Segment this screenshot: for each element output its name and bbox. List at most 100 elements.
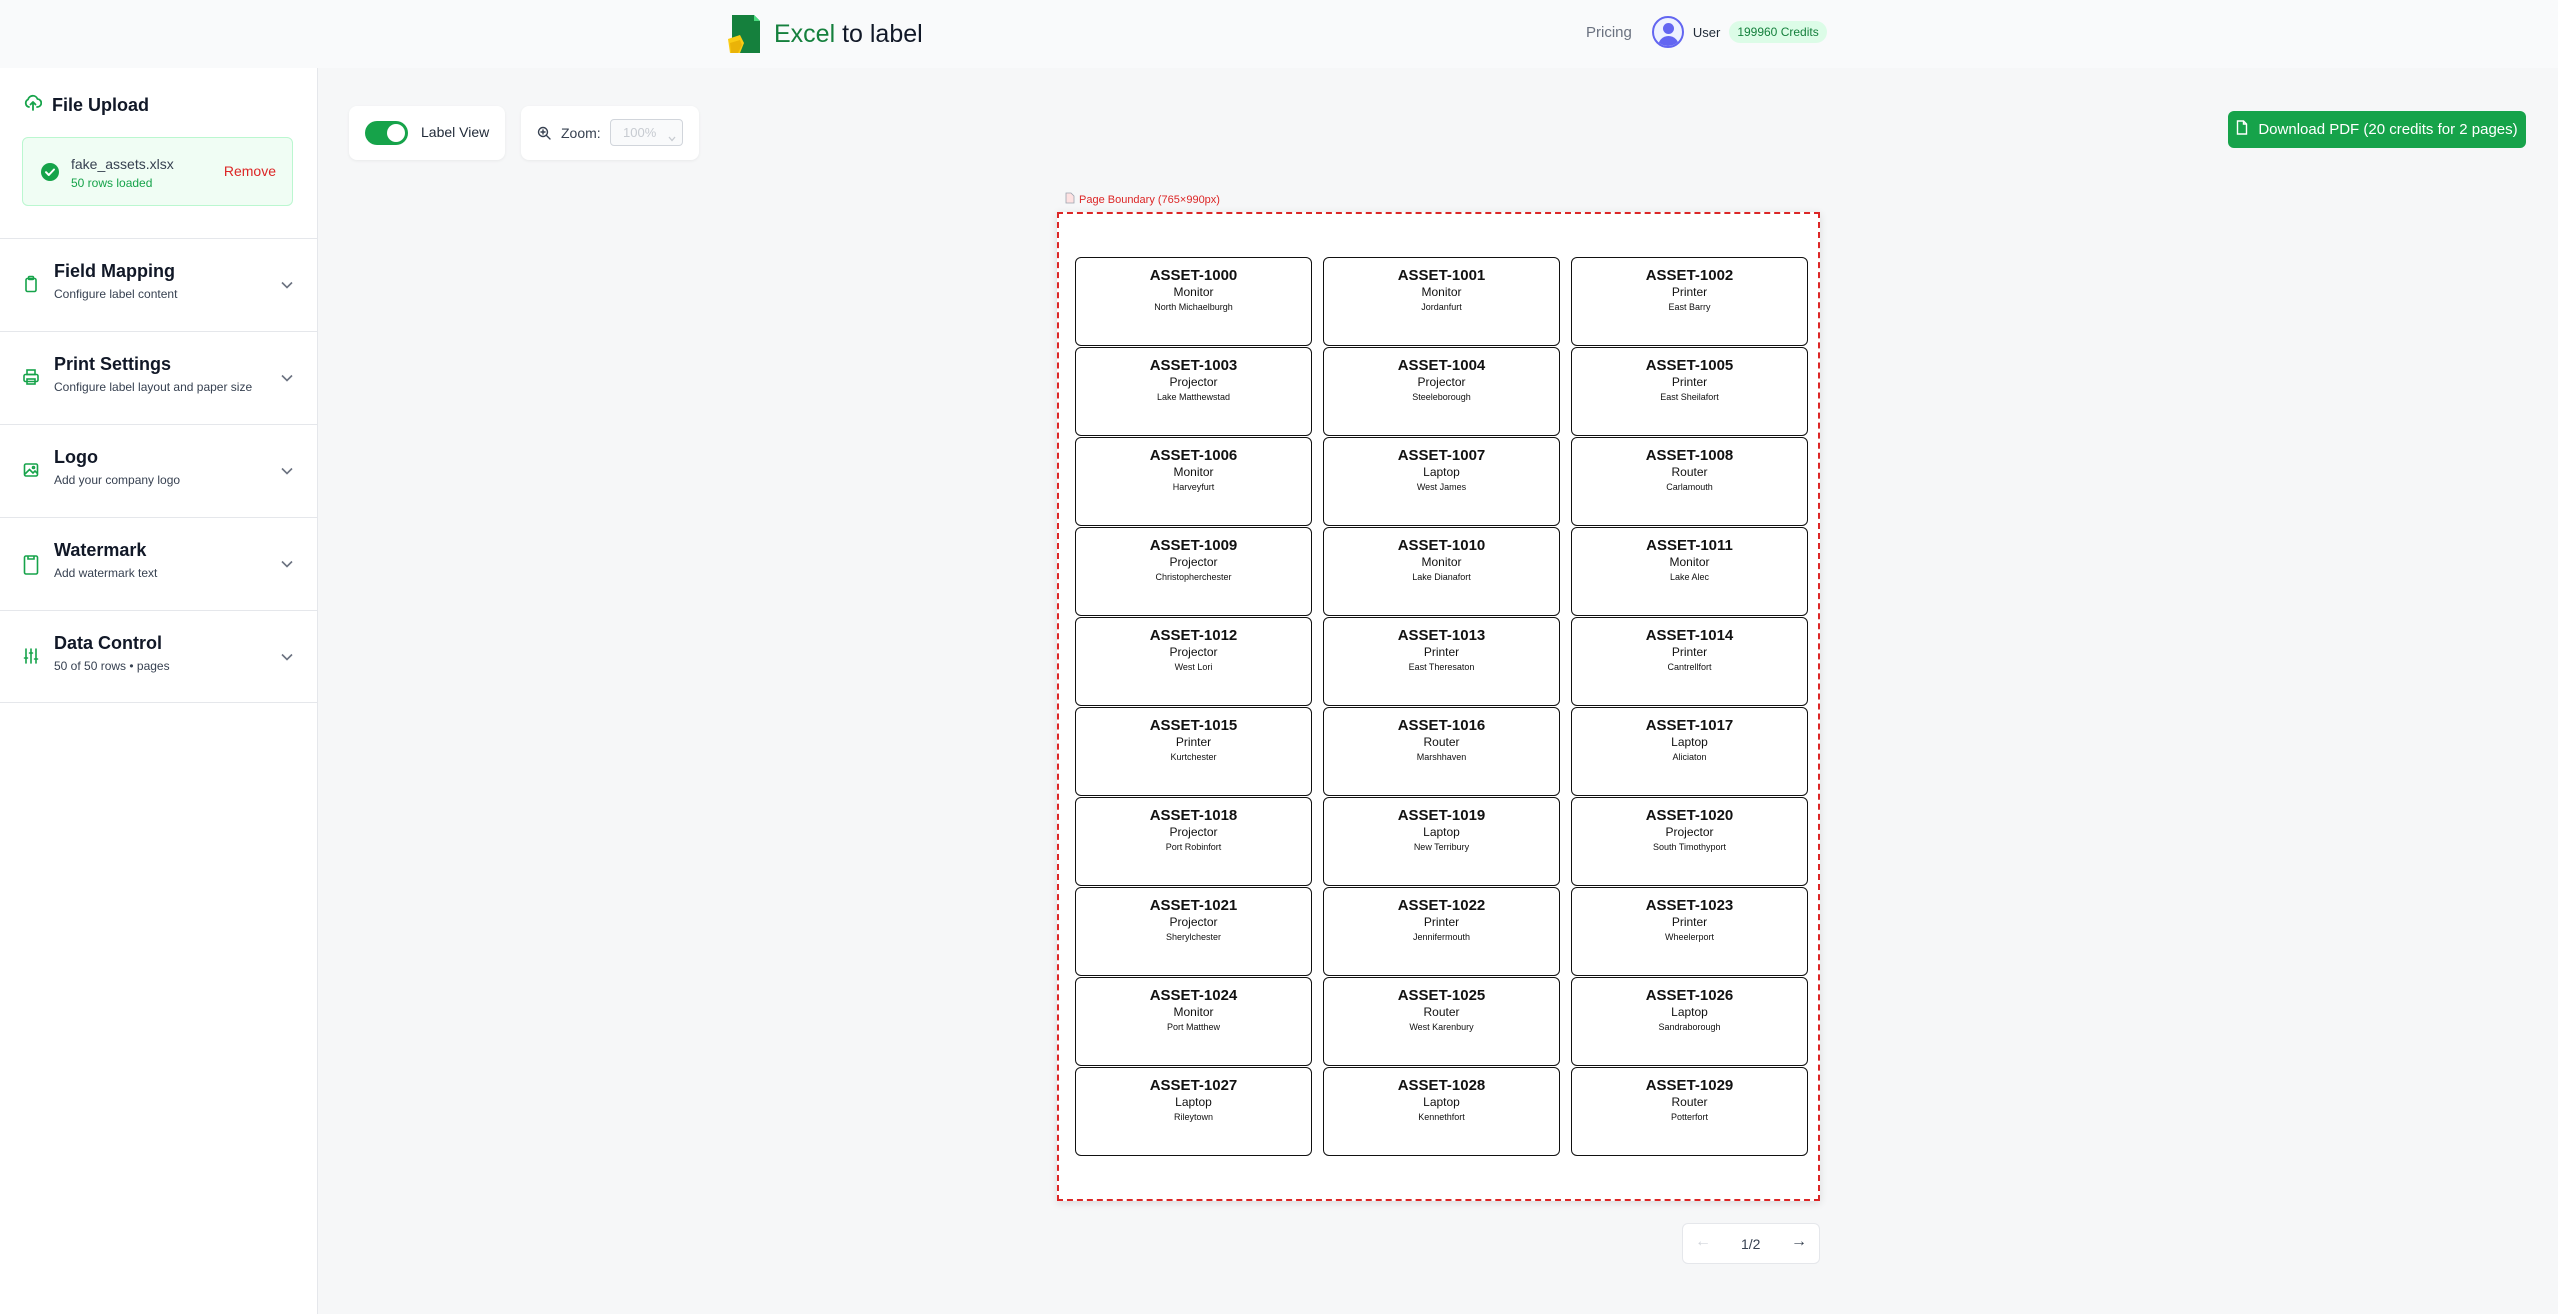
label-asset-location: Christopherchester xyxy=(1155,572,1232,582)
label-asset-id: ASSET-1000 xyxy=(1149,267,1238,284)
label-asset-id: ASSET-1027 xyxy=(1149,1077,1238,1094)
excel-logo-icon xyxy=(726,13,762,55)
label-view-control: Label View xyxy=(349,106,505,160)
user-name[interactable]: User xyxy=(1693,25,1720,40)
label-asset-location: Kurtchester xyxy=(1170,752,1217,762)
section-field-mapping[interactable]: Field Mapping Configure label content xyxy=(0,238,318,331)
zoom-in-icon xyxy=(537,126,551,140)
page-icon xyxy=(1065,192,1075,207)
asset-label: ASSET-1023 Printer Wheelerport xyxy=(1571,887,1808,976)
asset-label: ASSET-1022 Printer Jennifermouth xyxy=(1323,887,1560,976)
chevron-down-icon[interactable] xyxy=(280,277,294,289)
label-asset-id: ASSET-1012 xyxy=(1149,627,1238,644)
label-asset-location: Cantrellfort xyxy=(1667,662,1712,672)
asset-label: ASSET-1024 Monitor Port Matthew xyxy=(1075,977,1312,1066)
label-asset-id: ASSET-1001 xyxy=(1397,267,1486,284)
label-asset-location: New Terribury xyxy=(1413,842,1470,852)
section-print-settings[interactable]: Print Settings Configure label layout an… xyxy=(0,331,318,424)
section-data-control[interactable]: Data Control 50 of 50 rows • pages xyxy=(0,610,318,703)
label-asset-type: Projector xyxy=(1169,645,1218,659)
label-asset-location: West Lori xyxy=(1174,662,1213,672)
label-asset-location: North Michaelburgh xyxy=(1154,302,1233,312)
pricing-link[interactable]: Pricing xyxy=(1586,24,1632,41)
label-asset-type: Monitor xyxy=(1173,465,1214,479)
chevron-down-icon[interactable] xyxy=(280,463,294,475)
label-asset-type: Printer xyxy=(1175,735,1212,749)
label-asset-location: Rileytown xyxy=(1173,1112,1213,1122)
sliders-icon xyxy=(22,647,40,665)
chevron-down-icon[interactable] xyxy=(280,370,294,382)
label-asset-id: ASSET-1022 xyxy=(1397,897,1486,914)
label-asset-id: ASSET-1002 xyxy=(1645,267,1734,284)
chevron-down-icon[interactable] xyxy=(280,556,294,568)
previous-page-button[interactable]: ← xyxy=(1695,1233,1711,1251)
label-asset-id: ASSET-1020 xyxy=(1645,807,1734,824)
asset-label: ASSET-1010 Monitor Lake Dianafort xyxy=(1323,527,1560,616)
asset-label: ASSET-1027 Laptop Rileytown xyxy=(1075,1067,1312,1156)
brand[interactable]: Excel to label xyxy=(726,12,923,56)
next-page-button[interactable]: → xyxy=(1791,1233,1807,1251)
label-asset-type: Printer xyxy=(1423,915,1460,929)
chevron-down-icon xyxy=(668,130,676,142)
zoom-select[interactable]: 100% xyxy=(610,119,683,146)
asset-label: ASSET-1020 Projector South Timothyport xyxy=(1571,797,1808,886)
label-asset-type: Printer xyxy=(1671,285,1708,299)
label-asset-type: Laptop xyxy=(1423,465,1460,479)
section-logo[interactable]: Logo Add your company logo xyxy=(0,424,318,517)
check-circle-icon xyxy=(41,163,59,181)
label-asset-id: ASSET-1016 xyxy=(1397,717,1486,734)
label-asset-id: ASSET-1014 xyxy=(1645,627,1734,644)
label-asset-type: Monitor xyxy=(1173,285,1214,299)
asset-label: ASSET-1014 Printer Cantrellfort xyxy=(1571,617,1808,706)
label-asset-id: ASSET-1015 xyxy=(1149,717,1238,734)
label-asset-location: West Karenbury xyxy=(1409,1022,1474,1032)
label-asset-id: ASSET-1018 xyxy=(1149,807,1238,824)
label-asset-location: Aliciaton xyxy=(1672,752,1707,762)
download-pdf-label: Download PDF (20 credits for 2 pages) xyxy=(2258,121,2518,138)
asset-label: ASSET-1013 Printer East Theresaton xyxy=(1323,617,1560,706)
brand-name: Excel to label xyxy=(774,20,923,49)
section-subtitle: Add your company logo xyxy=(54,473,181,487)
label-asset-location: Harveyfurt xyxy=(1172,482,1215,492)
section-subtitle: Configure label content xyxy=(54,287,178,301)
section-subtitle: Configure label layout and paper size xyxy=(54,380,253,394)
asset-label: ASSET-1025 Router West Karenbury xyxy=(1323,977,1560,1066)
label-asset-type: Printer xyxy=(1671,375,1708,389)
label-asset-type: Router xyxy=(1423,735,1460,749)
label-asset-location: East Theresaton xyxy=(1408,662,1475,672)
chevron-down-icon[interactable] xyxy=(280,649,294,661)
document-icon xyxy=(22,554,40,575)
label-asset-id: ASSET-1005 xyxy=(1645,357,1734,374)
label-asset-location: Lake Matthewstad xyxy=(1156,392,1231,402)
section-watermark[interactable]: Watermark Add watermark text xyxy=(0,517,318,610)
clipboard-icon xyxy=(22,275,40,293)
credits-badge: 199960 Credits xyxy=(1729,21,1827,43)
label-asset-type: Router xyxy=(1423,1005,1460,1019)
label-view-toggle[interactable] xyxy=(365,121,408,145)
label-asset-type: Laptop xyxy=(1671,1005,1708,1019)
image-icon xyxy=(22,461,40,479)
main-content: Label View Zoom: 100% Download PDF (20 c… xyxy=(319,68,2558,1314)
page-indicator: 1/2 xyxy=(1741,1236,1761,1252)
asset-label: ASSET-1018 Projector Port Robinfort xyxy=(1075,797,1312,886)
download-pdf-button[interactable]: Download PDF (20 credits for 2 pages) xyxy=(2228,111,2526,148)
section-subtitle: Add watermark text xyxy=(54,566,158,580)
remove-file-button[interactable]: Remove xyxy=(224,163,276,179)
asset-label: ASSET-1026 Laptop Sandraborough xyxy=(1571,977,1808,1066)
section-title: Print Settings xyxy=(54,354,172,374)
label-asset-location: Marshhaven xyxy=(1416,752,1467,762)
asset-label: ASSET-1004 Projector Steeleborough xyxy=(1323,347,1560,436)
asset-label: ASSET-1009 Projector Christopherchester xyxy=(1075,527,1312,616)
file-row-count: 50 rows loaded xyxy=(71,176,153,190)
zoom-value: 100% xyxy=(623,125,657,140)
file-upload-title: File Upload xyxy=(52,95,150,115)
label-asset-location: Port Matthew xyxy=(1166,1022,1221,1032)
zoom-label: Zoom: xyxy=(561,125,601,141)
label-asset-location: West James xyxy=(1416,482,1467,492)
avatar[interactable] xyxy=(1651,16,1684,48)
page-boundary-text: Page Boundary (765×990px) xyxy=(1079,193,1220,206)
asset-label: ASSET-1005 Printer East Sheilafort xyxy=(1571,347,1808,436)
label-asset-type: Laptop xyxy=(1423,1095,1460,1109)
label-asset-location: Lake Dianafort xyxy=(1412,572,1471,582)
label-asset-id: ASSET-1013 xyxy=(1397,627,1486,644)
